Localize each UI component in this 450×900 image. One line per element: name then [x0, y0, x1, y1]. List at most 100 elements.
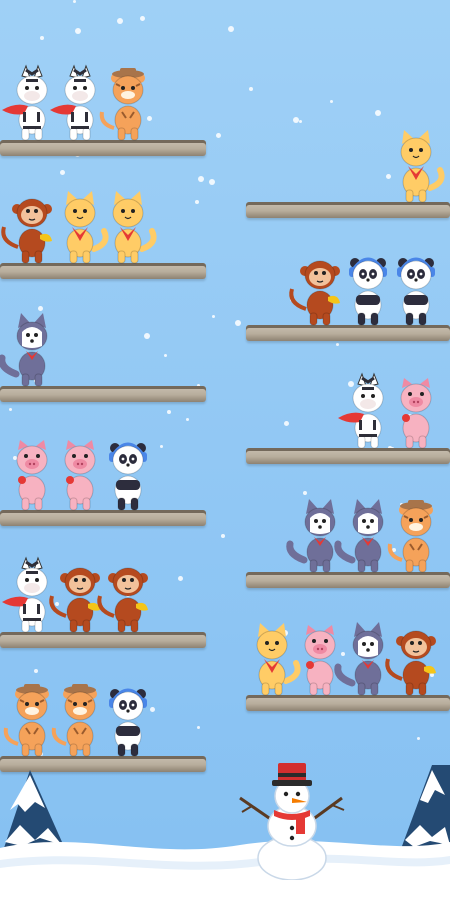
snowflake: [117, 18, 123, 24]
zebra-figure: [338, 372, 384, 449]
zebra-animal[interactable]: [2, 64, 54, 141]
pig-animal[interactable]: [10, 438, 54, 511]
snowflake: [293, 117, 299, 123]
snowflake: [216, 133, 221, 138]
pig-animal[interactable]: [298, 623, 342, 696]
snowman: [239, 763, 345, 880]
pig-figure: [16, 440, 48, 511]
snowflake: [284, 421, 289, 426]
husky-figure: [334, 499, 384, 573]
cat-figure: [400, 130, 445, 203]
tiger-animal[interactable]: [387, 500, 438, 573]
monkey-figure: [385, 630, 436, 696]
snowflake: [195, 200, 199, 204]
snowflake: [160, 445, 163, 448]
panda-animal[interactable]: [346, 253, 390, 326]
shelf-plank[interactable]: [246, 325, 450, 341]
snowflake: [249, 87, 253, 91]
zebra-figure: [2, 556, 48, 633]
snowflake: [60, 170, 65, 175]
snowflake: [198, 176, 204, 182]
panda-figure: [109, 442, 147, 511]
snowflake: [140, 16, 145, 21]
husky-animal[interactable]: [0, 313, 54, 387]
pig-figure: [304, 625, 336, 696]
panda-figure: [109, 688, 147, 757]
husky-figure: [0, 313, 48, 387]
snowflake: [73, 0, 76, 3]
cat-animal[interactable]: [106, 191, 157, 264]
snowflake: [375, 110, 381, 116]
pig-animal[interactable]: [58, 438, 102, 511]
shelf-plank[interactable]: [0, 386, 206, 402]
tiger-animal[interactable]: [51, 684, 102, 757]
husky-figure: [334, 622, 384, 696]
monkey-animal[interactable]: [289, 253, 342, 326]
snowflake: [235, 320, 241, 326]
snowflake: [303, 491, 307, 495]
zebra-animal[interactable]: [338, 372, 390, 449]
shelf-plank[interactable]: [246, 695, 450, 711]
snowflake: [386, 174, 391, 179]
shelf-plank[interactable]: [246, 572, 450, 588]
pig-figure: [400, 378, 432, 449]
pig-animal[interactable]: [394, 376, 438, 449]
husky-animal[interactable]: [286, 499, 342, 573]
husky-animal[interactable]: [334, 499, 390, 573]
snowflake: [212, 315, 215, 318]
monkey-figure: [97, 567, 148, 633]
panda-figure: [349, 257, 387, 326]
monkey-animal[interactable]: [1, 191, 54, 264]
panda-animal[interactable]: [106, 684, 150, 757]
snowflake: [221, 534, 225, 538]
snowflake: [417, 737, 420, 740]
tiger-figure: [3, 684, 49, 757]
snowflake: [34, 669, 38, 673]
snowflake: [178, 576, 183, 581]
monkey-figure: [49, 567, 100, 633]
monkey-figure: [1, 198, 52, 264]
snowflake: [75, 28, 81, 34]
monkey-animal[interactable]: [385, 623, 438, 696]
husky-animal[interactable]: [334, 622, 390, 696]
snowflake: [144, 333, 150, 339]
monkey-animal[interactable]: [97, 560, 150, 633]
cat-figure: [256, 623, 301, 696]
monkey-animal[interactable]: [49, 560, 102, 633]
panda-animal[interactable]: [106, 438, 150, 511]
shelf-plank[interactable]: [0, 510, 206, 526]
zebra-animal[interactable]: [50, 64, 102, 141]
snowflake: [228, 26, 234, 32]
shelf-plank[interactable]: [0, 632, 206, 648]
snowflake: [299, 120, 302, 123]
panda-animal[interactable]: [394, 253, 438, 326]
zebra-figure: [50, 64, 96, 141]
shelf-plank[interactable]: [0, 263, 206, 279]
cat-animal[interactable]: [58, 191, 109, 264]
shelf-plank[interactable]: [246, 448, 450, 464]
cat-figure: [64, 191, 109, 264]
tiger-figure: [99, 68, 145, 141]
snowflake: [150, 707, 155, 712]
snowflake: [197, 726, 200, 729]
snowflake: [330, 100, 333, 103]
cat-animal[interactable]: [394, 130, 445, 203]
panda-figure: [397, 257, 435, 326]
shelf-plank[interactable]: [0, 140, 206, 156]
snow-ground: [0, 840, 450, 900]
snowflake: [336, 343, 339, 346]
tiger-animal[interactable]: [99, 68, 150, 141]
husky-figure: [286, 499, 336, 573]
tiger-animal[interactable]: [3, 684, 54, 757]
zebra-animal[interactable]: [2, 556, 54, 633]
snowflake: [186, 418, 189, 421]
monkey-figure: [289, 260, 340, 326]
game-board: [0, 0, 450, 900]
snowflake: [167, 410, 171, 414]
snowflake: [40, 36, 44, 40]
cat-figure: [112, 191, 157, 264]
snowflake: [9, 408, 12, 411]
shelf-plank[interactable]: [246, 202, 450, 218]
zebra-figure: [2, 64, 48, 141]
cat-animal[interactable]: [250, 623, 301, 696]
